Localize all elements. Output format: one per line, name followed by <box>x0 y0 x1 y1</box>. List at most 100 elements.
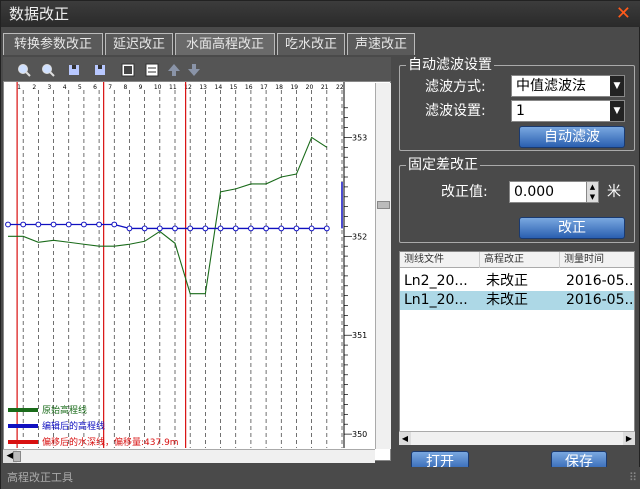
x-tick-label: 1 <box>17 84 21 91</box>
last-icon[interactable] <box>93 63 107 77</box>
legend-label: 偏移后的水深线，偏移量:437.9m <box>42 436 179 448</box>
edited-point <box>202 225 209 232</box>
close-icon[interactable]: ✕ <box>616 3 631 25</box>
y-tick-label: 352 <box>352 232 367 241</box>
auto-filter-button[interactable]: 自动滤波 <box>519 126 625 148</box>
status-bar: 高程改正工具 ⠿ <box>1 467 640 489</box>
correction-value-label: 改正值: <box>441 184 488 200</box>
plot-horizontal-scrollbar[interactable]: ◀ <box>3 449 375 463</box>
column-elevation-correction[interactable]: 高程改正 <box>480 252 560 268</box>
edited-point <box>278 225 285 232</box>
x-tick-label: 2 <box>32 84 36 91</box>
x-tick-label: 10 <box>154 84 162 91</box>
y-tick-label: 351 <box>352 331 367 340</box>
edited-point <box>232 225 239 232</box>
x-tick-label: 11 <box>169 84 177 91</box>
edited-point <box>20 221 27 228</box>
legend-label: 原始高程线 <box>42 404 87 416</box>
x-tick-label: 9 <box>139 84 143 91</box>
x-tick-label: 19 <box>290 84 298 91</box>
filter-method-label: 滤波方式: <box>425 79 486 95</box>
fixed-correction-title: 固定差改正 <box>406 156 480 174</box>
zoom-in-icon[interactable] <box>17 63 31 77</box>
plot-toolbar <box>3 57 391 83</box>
edited-point <box>126 225 133 232</box>
survey-file-table[interactable]: 测线文件 高程改正 测量时间 Ln2_20... 未改正 2016-05... … <box>399 251 635 445</box>
x-tick-label: 22 <box>336 84 344 91</box>
tab-delay[interactable]: 延迟改正 <box>105 33 173 55</box>
legend-label: 编辑后的高程线 <box>42 420 105 432</box>
x-tick-label: 7 <box>108 84 112 91</box>
edited-point <box>5 221 11 228</box>
x-tick-label: 16 <box>245 84 253 91</box>
column-survey-time[interactable]: 测量时间 <box>560 252 634 268</box>
correction-value: 0.000 <box>514 184 555 200</box>
y-tick-label: 353 <box>352 133 367 142</box>
tab-sound-speed[interactable]: 声速改正 <box>347 33 415 55</box>
edited-point <box>308 225 315 232</box>
x-tick-label: 20 <box>306 84 314 91</box>
x-tick-label: 15 <box>230 84 238 91</box>
x-tick-label: 8 <box>123 84 127 91</box>
table-row[interactable]: Ln1_20... 未改正 2016-05... <box>400 291 635 310</box>
x-tick-label: 13 <box>199 84 207 91</box>
x-tick-label: 6 <box>93 84 97 91</box>
up-arrow-icon[interactable] <box>167 63 181 77</box>
correction-value-input[interactable]: 0.000 ▲ ▼ <box>509 181 599 203</box>
x-tick-label: 14 <box>215 84 223 91</box>
edited-point <box>217 225 224 232</box>
down-arrow-icon[interactable] <box>187 63 201 77</box>
table-header: 测线文件 高程改正 测量时间 <box>400 252 634 268</box>
edited-point <box>156 225 163 232</box>
x-tick-label: 3 <box>48 84 52 91</box>
cell-file: Ln2_20... <box>404 273 468 289</box>
unit-label: 米 <box>607 184 621 200</box>
table-row[interactable]: Ln2_20... 未改正 2016-05... <box>400 272 635 291</box>
x-tick-label: 4 <box>63 84 67 91</box>
chevron-down-icon[interactable]: ▼ <box>610 101 624 121</box>
elevation-plot[interactable]: 1 2 3 4 5 6 7 8 9 10 11 12 13 14 15 16 17 18 19 20 21 22 353 35… <box>3 81 391 461</box>
cell-status: 未改正 <box>486 292 528 308</box>
zoom-out-icon[interactable] <box>41 63 55 77</box>
legend-swatch <box>8 424 38 428</box>
x-tick-label: 17 <box>260 84 268 91</box>
column-file[interactable]: 测线文件 <box>400 252 480 268</box>
apply-correction-button[interactable]: 改正 <box>519 217 625 239</box>
edited-point <box>248 225 254 232</box>
y-tick-label: 350 <box>352 430 367 439</box>
edited-point <box>81 221 87 228</box>
edited-point <box>323 225 330 232</box>
edited-point <box>96 221 102 228</box>
select-icon[interactable] <box>121 63 135 77</box>
title-bar: 数据改正 ✕ <box>1 1 640 27</box>
plot-svg: 1 2 3 4 5 6 7 8 9 10 11 12 13 14 15 16 17 18 19 20 21 2235335… <box>5 82 367 448</box>
tab-water-level[interactable]: 水面高程改正 <box>175 33 275 55</box>
filter-setting-value: 1 <box>516 103 525 119</box>
x-tick-label: 21 <box>321 84 329 91</box>
table-horizontal-scrollbar[interactable]: ◀ ▶ <box>399 431 635 445</box>
first-icon[interactable] <box>67 63 81 77</box>
spin-up-icon[interactable]: ▲ <box>586 182 598 192</box>
edited-point <box>263 225 269 232</box>
edited-point <box>293 225 300 232</box>
list-icon[interactable] <box>145 63 159 77</box>
spin-down-icon[interactable]: ▼ <box>586 192 598 202</box>
edited-point <box>35 221 42 228</box>
edited-point <box>111 221 118 228</box>
original-elevation-line <box>8 136 328 295</box>
tab-bar: 转换参数改正 延迟改正 水面高程改正 吃水改正 声速改正 <box>1 33 640 55</box>
tab-draft[interactable]: 吃水改正 <box>277 33 345 55</box>
cell-status: 未改正 <box>486 273 528 289</box>
window-title: 数据改正 <box>9 5 70 23</box>
filter-setting-label: 滤波设置: <box>425 103 486 119</box>
chevron-down-icon[interactable]: ▼ <box>610 76 624 96</box>
resize-grip-icon[interactable]: ⠿ <box>629 467 637 489</box>
main-window: 数据改正 ✕ 转换参数改正 延迟改正 水面高程改正 吃水改正 声速改正 1 2 3 4… <box>0 0 640 489</box>
filter-setting-select[interactable]: 1 ▼ <box>511 100 625 122</box>
cell-time: 2016-05... <box>566 292 635 308</box>
tab-transform-params[interactable]: 转换参数改正 <box>3 33 103 55</box>
cell-file: Ln1_20... <box>404 292 468 308</box>
filter-method-select[interactable]: 中值滤波法 ▼ <box>511 75 625 97</box>
plot-vertical-scrollbar[interactable] <box>375 83 391 449</box>
cell-time: 2016-05... <box>566 273 635 289</box>
